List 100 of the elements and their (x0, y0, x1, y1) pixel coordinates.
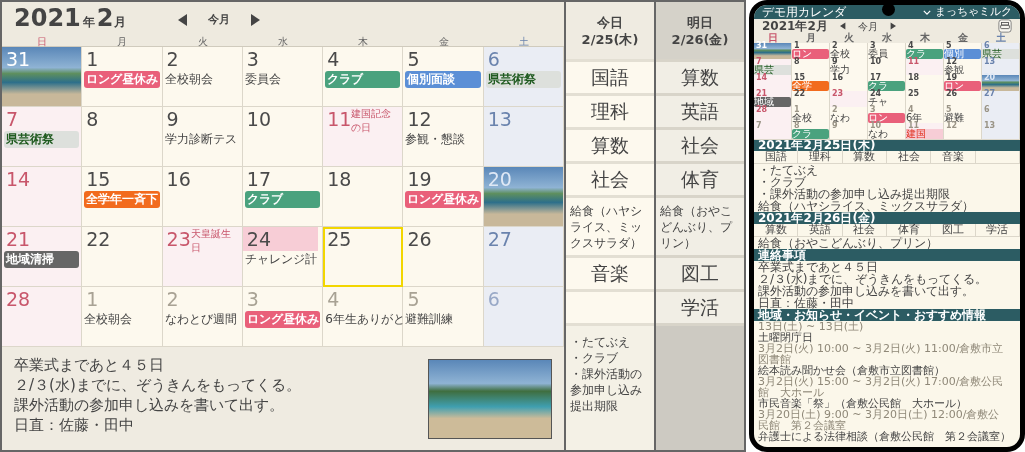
next-icon[interactable] (889, 22, 896, 30)
this-month-button[interactable]: 今月 (207, 11, 230, 28)
day-number: 9 (832, 59, 838, 65)
event-text[interactable]: 委員 (868, 49, 905, 59)
day-cell[interactable]: 16 (162, 167, 243, 227)
day-number: 3 (246, 47, 259, 71)
day-cell[interactable]: 1 全校朝会 (82, 287, 163, 347)
chevron-down-icon[interactable] (923, 9, 931, 15)
day-number: 28 (6, 287, 31, 311)
day-cell[interactable]: 15 全学年一斉下 (82, 167, 163, 227)
event-tag[interactable]: 県芸術祭 (485, 71, 561, 88)
event-text[interactable]: なわ (830, 113, 867, 123)
event-text[interactable]: 委員会 (242, 71, 281, 88)
event-text[interactable]: 全校 (792, 113, 829, 123)
day-cell[interactable]: 9 学力診断テス (162, 107, 243, 167)
day-cell[interactable]: 14 (2, 167, 83, 227)
day-cell[interactable]: 5 個別 (944, 43, 982, 60)
event-text[interactable]: 参観・懇談 (403, 131, 466, 148)
print-icon[interactable] (998, 19, 1012, 33)
day-cell[interactable]: 5 避難訓練 (403, 287, 484, 347)
day-number: 5 (407, 47, 420, 71)
day-number: 6 (487, 287, 500, 311)
day-cell[interactable]: 22 (82, 227, 163, 287)
day-cell[interactable]: 8 (82, 107, 163, 167)
day-number: 4 (907, 43, 915, 49)
previous-icon[interactable] (839, 22, 846, 30)
day-cell[interactable]: 24 チャレンジ計 (242, 227, 324, 287)
day-cell[interactable]: 21 地域清掃 (2, 227, 83, 287)
event-text[interactable]: 避難 (944, 113, 981, 123)
event-title[interactable]: 土曜閉庁日 (754, 332, 1020, 343)
day-cell[interactable]: 7 県芸術祭 (2, 107, 83, 167)
event-title[interactable]: 弁護士による法律相談（倉敷公民館 第２会議室） (754, 431, 1020, 442)
day-number: 16 (166, 167, 191, 191)
day-cell[interactable]: 10 (242, 107, 324, 167)
event-tag[interactable]: 全学 (792, 81, 829, 91)
event-tag[interactable]: 県芸 (754, 65, 791, 75)
day-cell[interactable]: 2 全校朝会 (162, 47, 243, 107)
day-cell[interactable]: 1 ロン (792, 43, 830, 60)
previous-icon[interactable] (177, 13, 188, 26)
day-cell[interactable]: 26 (403, 227, 484, 287)
day-number: 3 (870, 107, 876, 113)
day-number: 19 (407, 167, 432, 191)
event-tag[interactable]: 県芸 (982, 49, 1019, 59)
day-number: 4 (327, 47, 340, 71)
info-line: 日直：佐藤・田中 (758, 297, 855, 309)
weekday-label: 月 (116, 36, 129, 47)
event-text[interactable]: なわとび週間 (162, 311, 237, 328)
event-text[interactable]: なわ (868, 129, 905, 139)
day-number: 8 (86, 107, 99, 131)
event-tag[interactable]: 県芸術祭 (4, 131, 80, 148)
day-cell[interactable]: 6 県芸 (982, 43, 1020, 60)
event-text[interactable]: チャ (868, 97, 905, 107)
weekday-label: 金 (957, 33, 969, 43)
event-text[interactable]: 全校 (830, 49, 867, 59)
day-cell[interactable]: 17 クラブ (242, 167, 324, 227)
user-menu[interactable]: まっちゃミルク (935, 6, 1012, 18)
day-number: 23 (166, 227, 191, 251)
day-cell[interactable]: 2 なわとび週間 (162, 287, 243, 347)
subject-cell: 音楽 (931, 151, 976, 163)
section-header: 2021年2月26日(金) (754, 212, 1020, 224)
event-text[interactable]: 避難訓練 (403, 311, 454, 328)
event-text[interactable]: 全校朝会 (82, 311, 133, 328)
day-cell[interactable]: 7 県芸 (754, 59, 792, 76)
event-tag[interactable]: 地域清掃 (4, 251, 80, 268)
day-cell[interactable]: 5 個別面談 (403, 47, 484, 107)
event-title[interactable]: 市民音楽「祭」（倉敷公民館 大ホール） (754, 398, 1020, 409)
info-line: ・課外活動の参加申し込み提出期限 (757, 188, 951, 200)
holiday-name: 建国記念の日 (351, 107, 393, 135)
day-cell[interactable]: 3 委員 (868, 43, 906, 60)
day-number: 17 (246, 167, 272, 191)
event-text[interactable]: 全校朝会 (162, 71, 213, 88)
event-text[interactable]: チャレンジ計 (242, 251, 317, 268)
day-number: 3 (870, 43, 876, 49)
next-icon[interactable] (249, 13, 260, 26)
event-band[interactable]: 24 (242, 227, 319, 251)
day-cell[interactable]: 12 参観・懇談 (403, 107, 484, 167)
event-text[interactable]: 学力診断テス (162, 131, 237, 148)
day-cell[interactable]: 4 クラブ (323, 47, 404, 107)
event-tag[interactable]: 地域 (754, 97, 791, 107)
event-text[interactable]: 参観 (944, 65, 981, 75)
day-number: 7 (6, 107, 19, 131)
day-cell[interactable]: 10 なわ (868, 123, 906, 140)
this-month-button[interactable]: 今月 (857, 18, 878, 34)
memo-line: ・たてぶえ (570, 334, 631, 350)
day-cell[interactable]: 3 委員会 (242, 47, 324, 107)
event-title[interactable]: 絵本読み聞かせ会（倉敷市立図書館） (754, 365, 1020, 376)
day-number: 2 (832, 107, 838, 113)
day-cell[interactable]: 4 6年生ありがと (323, 287, 404, 347)
day-cell[interactable]: 28 (2, 287, 83, 347)
event-text[interactable]: 学力 (830, 65, 867, 75)
day-cell[interactable]: 19 ロング昼休み (403, 167, 484, 227)
day-column-tab[interactable]: 今日 2/25(木) (566, 2, 654, 59)
event-text[interactable]: 6年生ありがと (323, 311, 405, 328)
day-number: 2 (832, 43, 838, 49)
day-cell[interactable]: 6 県芸術祭 (483, 47, 564, 107)
day-cell[interactable]: 1 ロング昼休み (82, 47, 163, 107)
day-cell[interactable]: 18 (323, 167, 404, 227)
day-cell[interactable]: 25 (323, 227, 404, 287)
subject-cell: 体育 (887, 224, 932, 236)
day-number: 6 (983, 107, 991, 113)
